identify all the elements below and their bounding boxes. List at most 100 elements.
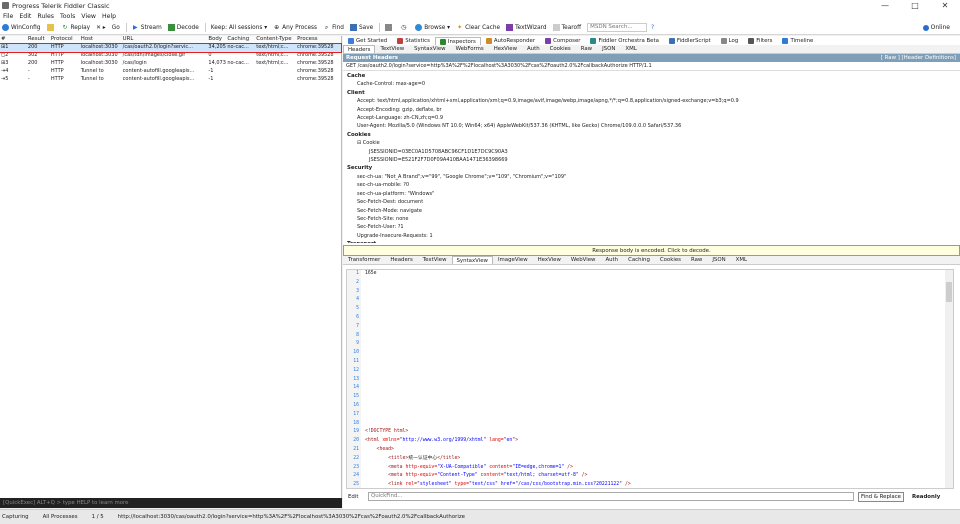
header-group-cookies[interactable]: Cookies <box>347 131 960 139</box>
tab-log[interactable]: Log <box>716 37 744 45</box>
menu-rules[interactable]: Rules <box>37 13 54 20</box>
find-replace-button[interactable]: Find & Replace <box>858 491 904 502</box>
request-headers-tree[interactable]: Cache Cache-Control: max-age=0 Client Accep… <box>343 71 960 243</box>
maximize-button[interactable]: □ <box>900 1 930 10</box>
tearoff-button[interactable]: Tearoff <box>552 24 581 31</box>
header-entry[interactable]: Accept-Encoding: gzip, deflate, br <box>347 106 960 114</box>
resp-tab-imageview[interactable]: ImageView <box>493 256 533 264</box>
table-row[interactable]: ⇥5 - HTTP Tunnel to content-autofill.googlea… <box>0 76 341 84</box>
req-tab-auth[interactable]: Auth <box>522 45 545 53</box>
quickexec-input[interactable]: [QuickExec] ALT+Q > type HELP to learn m… <box>0 498 342 508</box>
header-entry[interactable]: Sec-Fetch-User: ?1 <box>347 223 960 231</box>
menu-help[interactable]: Help <box>102 13 116 20</box>
menu-file[interactable]: File <box>3 13 13 20</box>
resp-tab-transformer[interactable]: Transformer <box>343 256 385 264</box>
clear-cache-button[interactable]: ✦ Clear Cache <box>456 24 500 31</box>
save-button[interactable]: Save <box>349 24 373 31</box>
header-entry[interactable]: sec-ch-ua-platform: "Windows" <box>347 190 960 198</box>
req-tab-json[interactable]: JSON <box>597 45 620 53</box>
capturing-toggle[interactable]: Capturing <box>2 514 29 520</box>
header-entry[interactable]: ⊟ Cookie <box>347 139 960 147</box>
table-row[interactable]: ◻2 302 HTTP localhost:3030/cas/tdn/images/c… <box>0 52 341 60</box>
header-entry[interactable]: Accept-Language: zh-CN,zh;q=0.9 <box>347 114 960 122</box>
resp-tab-syntaxview[interactable]: SyntaxView <box>451 256 493 264</box>
resp-tab-headers[interactable]: Headers <box>385 256 417 264</box>
resp-tab-xml[interactable]: XML <box>731 256 752 264</box>
col-header-number[interactable]: # <box>0 36 27 43</box>
browse-button[interactable]: Browse ▾ <box>415 24 450 31</box>
resp-tab-caching[interactable]: Caching <box>623 256 655 264</box>
header-group-transport[interactable]: Transport <box>347 240 960 243</box>
col-header-body[interactable]: Body <box>207 36 226 43</box>
tab-composer[interactable]: Composer <box>540 37 585 45</box>
online-indicator[interactable]: Online <box>922 24 950 31</box>
resp-tab-auth[interactable]: Auth <box>600 256 623 264</box>
req-tab-headers[interactable]: Headers <box>343 45 376 53</box>
close-button[interactable]: ✕ <box>930 1 960 10</box>
screenshot-button[interactable] <box>385 24 394 31</box>
table-row[interactable]: ⊞1 200 HTTP localhost:3030/cas/oauth2.0/log… <box>0 43 342 53</box>
tab-get-started[interactable]: Get Started <box>343 37 392 45</box>
col-header-caching[interactable]: Caching <box>226 36 255 43</box>
winconfig-button[interactable]: WinConfig <box>2 24 41 31</box>
response-syntax-view[interactable]: 1 2 3 4 5 6 7 8 9 10 11 12 13 14 15 16 17 18 19 20 21 22 23 24 2… <box>346 269 954 489</box>
header-entry[interactable]: sec-ch-ua-mobile: ?0 <box>347 181 960 189</box>
menu-view[interactable]: View <box>81 13 96 20</box>
scrollbar-thumb[interactable] <box>946 282 952 302</box>
header-entry[interactable]: Upgrade-Insecure-Requests: 1 <box>347 232 960 240</box>
header-entry[interactable]: Sec-Fetch-Mode: navigate <box>347 207 960 215</box>
go-button[interactable]: Go <box>112 25 120 31</box>
header-entry[interactable]: Sec-Fetch-Dest: document <box>347 198 960 206</box>
comment-button[interactable] <box>46 24 56 31</box>
req-tab-xml[interactable]: XML <box>620 45 641 53</box>
req-tab-textview[interactable]: TextView <box>375 45 409 53</box>
minimize-button[interactable]: — <box>870 1 900 10</box>
tab-statistics[interactable]: Statistics <box>392 37 435 45</box>
header-entry[interactable]: Accept: text/html,application/xhtml+xml,… <box>347 97 960 105</box>
timer-button[interactable]: ◷ <box>400 24 409 31</box>
cookie-entry[interactable]: JSESSIONID=03EC0A1D5708ABC96CF1D1E7DC9C9… <box>347 148 960 156</box>
tab-fiddler-orchestra-beta[interactable]: Fiddler Orchestra Beta <box>585 37 663 45</box>
any-process-button[interactable]: ⊕ Any Process <box>273 24 317 31</box>
menu-edit[interactable]: Edit <box>19 13 31 20</box>
web-sessions-list[interactable]: # Result Protocol Host URL Body Caching … <box>0 36 342 498</box>
header-entry[interactable]: Cache-Control: max-age=0 <box>347 80 960 88</box>
decode-button[interactable]: Decode <box>167 24 199 31</box>
stream-button[interactable]: ▶ Stream <box>132 24 162 31</box>
menu-tools[interactable]: Tools <box>60 13 75 20</box>
tab-autoresponder[interactable]: AutoResponder <box>481 37 540 45</box>
col-header-content-type[interactable]: Content-Type <box>255 36 296 43</box>
tab-timeline[interactable]: Timeline <box>777 37 818 45</box>
req-tab-raw[interactable]: Raw <box>576 45 597 53</box>
resp-tab-hexview[interactable]: HexView <box>533 256 566 264</box>
textwizard-button[interactable]: TextWizard <box>506 24 547 31</box>
req-tab-hexview[interactable]: HexView <box>489 45 522 53</box>
req-tab-syntaxview[interactable]: SyntaxView <box>409 45 450 53</box>
col-header-url[interactable]: URL <box>122 36 208 43</box>
table-row[interactable]: ⊞3 200 HTTP localhost:3030/cas/login 14,073 n… <box>0 60 341 68</box>
header-entry[interactable]: sec-ch-ua: "Not_A Brand";v="99", "Google… <box>347 173 960 181</box>
col-header-result[interactable]: Result <box>27 36 50 43</box>
resp-tab-webview[interactable]: WebView <box>566 256 601 264</box>
resp-tab-cookies[interactable]: Cookies <box>655 256 686 264</box>
resp-tab-textview[interactable]: TextView <box>418 256 452 264</box>
header-group-client[interactable]: Client <box>347 89 960 97</box>
resp-tab-raw[interactable]: Raw <box>686 256 707 264</box>
req-tab-cookies[interactable]: Cookies <box>545 45 576 53</box>
col-header-process[interactable]: Process <box>296 36 341 43</box>
col-header-host[interactable]: Host <box>80 36 122 43</box>
find-button[interactable]: ⌕ Find <box>323 24 344 31</box>
replay-button[interactable]: ↻ Replay <box>62 24 90 31</box>
header-group-cache[interactable]: Cache <box>347 72 960 80</box>
code-scrollbar[interactable] <box>945 270 953 488</box>
process-filter[interactable]: All Processes <box>43 514 78 520</box>
cookie-entry[interactable]: JSESSIONID=E521F2F7D0F09A410BAA1471E3639… <box>347 156 960 164</box>
tab-inspectors[interactable]: Inspectors <box>434 37 481 45</box>
table-row[interactable]: ⇥4 - HTTP Tunnel to content-autofill.googlea… <box>0 68 341 76</box>
header-entry[interactable]: User-Agent: Mozilla/5.0 (Windows NT 10.0… <box>347 122 960 130</box>
tab-filters[interactable]: Filters <box>743 37 777 45</box>
decode-notice-bar[interactable]: Response body is encoded. Click to decod… <box>343 245 960 256</box>
quickfind-input[interactable]: QuickFind... <box>368 492 854 501</box>
req-tab-webforms[interactable]: WebForms <box>451 45 489 53</box>
tab-fiddlerscript[interactable]: FiddlerScript <box>664 37 716 45</box>
